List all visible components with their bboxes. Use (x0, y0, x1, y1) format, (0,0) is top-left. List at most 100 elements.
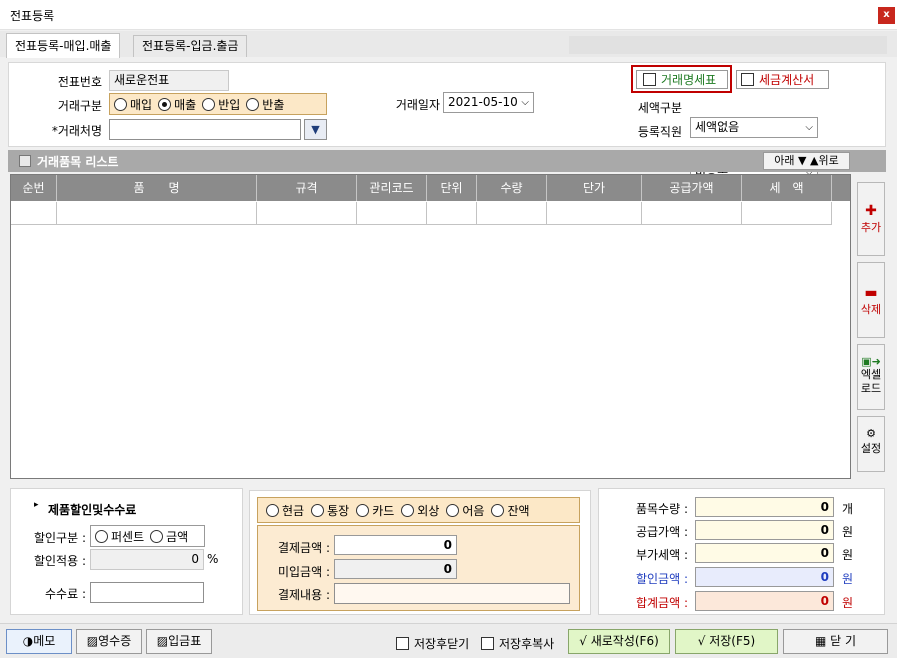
expand-icon[interactable]: ▸ (34, 500, 39, 510)
discount-apply-label: 할인적용 : (33, 554, 86, 568)
vat-label: 부가세액 : (635, 548, 688, 562)
radio-purchase[interactable]: 매입 (114, 96, 152, 113)
col-header-no[interactable]: 순번 (11, 175, 57, 201)
unpaid-amount-field: 0 (334, 559, 457, 579)
customer-dropdown-button[interactable]: ▼ (304, 119, 327, 140)
supply-field: 0 (695, 520, 834, 540)
col-header-code[interactable]: 관리코드 (357, 175, 427, 201)
payment-memo-label: 결제내용 : (277, 588, 330, 602)
close-form-button[interactable]: ▦ 닫 기 (783, 629, 888, 654)
plus-icon: ✚ (865, 203, 877, 219)
radio-bill[interactable]: 어음 (446, 502, 484, 519)
slip-no-label: 전표번호 (57, 75, 102, 89)
radio-icon (150, 529, 164, 543)
fee-input[interactable] (90, 582, 204, 603)
slip-no-field: 새로운전표 (109, 70, 229, 91)
qty-unit: 개 (842, 502, 854, 516)
radio-return-in[interactable]: 반입 (202, 96, 240, 113)
grid-cell[interactable] (742, 202, 832, 225)
close-button[interactable]: x (878, 7, 895, 24)
list-icon (19, 155, 31, 167)
tab-filler (569, 36, 887, 54)
grid-cell[interactable] (547, 202, 642, 225)
grid-cell[interactable] (427, 202, 477, 225)
radio-icon (311, 503, 325, 517)
tax-invoice-checkbox[interactable]: 세금계산서 (736, 70, 829, 89)
qty-label: 품목수량 : (635, 502, 688, 516)
tax-type-label: 세액구분 (637, 101, 682, 115)
receipt-button[interactable]: ▨영수증 (76, 629, 142, 654)
col-header-price[interactable]: 단가 (547, 175, 642, 201)
radio-icon (446, 503, 460, 517)
radio-card[interactable]: 카드 (356, 502, 394, 519)
excel-icon: ▣➜ (861, 355, 881, 368)
radio-sales[interactable]: 매출 (158, 96, 196, 113)
radio-icon (401, 503, 415, 517)
discount-amount-field: 0 (695, 567, 834, 587)
grid-cell[interactable] (642, 202, 742, 225)
radio-return-out[interactable]: 반출 (246, 96, 284, 113)
staff-label: 등록직원 (637, 125, 682, 139)
chevron-down-icon: ⌵ (805, 122, 813, 133)
col-header-filler (832, 175, 850, 201)
add-button[interactable]: ✚ 추가 (857, 182, 885, 256)
radio-balance[interactable]: 잔액 (491, 502, 530, 519)
settings-button[interactable]: ⚙ 설정 (857, 416, 885, 472)
grid-cell[interactable] (57, 202, 257, 225)
radio-selected-icon (158, 97, 172, 111)
total-amount-label: 합계금액 : (635, 596, 688, 610)
col-header-supply[interactable]: 공급가액 (642, 175, 742, 201)
customer-input[interactable] (109, 119, 301, 140)
grid-cell[interactable] (477, 202, 547, 225)
receipt-icon: ▨ (86, 634, 99, 648)
radio-icon (246, 97, 260, 111)
window-title: 전표등록 (10, 9, 55, 23)
tab-purchase-sales[interactable]: 전표등록-매입.매출 (6, 33, 121, 58)
close-after-save-checkbox[interactable]: 저장후닫기 (396, 635, 469, 652)
radio-amount[interactable]: 금액 (150, 528, 188, 545)
tax-type-select[interactable]: 세액없음 ⌵ (690, 117, 818, 138)
radio-bank[interactable]: 통장 (311, 502, 349, 519)
item-grid[interactable]: 순번 품 명 규격 관리코드 단위 수량 단가 공급가액 세 액 (10, 174, 851, 479)
radio-icon (114, 97, 127, 111)
payment-memo-input[interactable] (334, 583, 570, 604)
radio-cash[interactable]: 현금 (266, 502, 304, 519)
col-header-qty[interactable]: 수량 (477, 175, 547, 201)
discount-amount-unit: 원 (842, 572, 854, 586)
paid-amount-field[interactable]: 0 (334, 535, 457, 555)
title-bar (0, 0, 897, 30)
checkbox-icon (396, 637, 409, 650)
grid-cell[interactable] (357, 202, 427, 225)
new-button[interactable]: √ 새로작성(F6) (568, 629, 670, 654)
minus-icon: ▬ (864, 285, 878, 301)
statement-checkbox[interactable]: 거래명세표 (636, 70, 728, 89)
total-amount-field: 0 (695, 591, 834, 611)
tab-deposit-withdrawal[interactable]: 전표등록-입금.출금 (133, 35, 248, 57)
save-button[interactable]: √ 저장(F5) (675, 629, 778, 654)
radio-credit[interactable]: 외상 (401, 502, 439, 519)
excel-load-button[interactable]: ▣➜ 엑셀 로드 (857, 344, 885, 410)
col-header-spec[interactable]: 규격 (257, 175, 357, 201)
memo-button[interactable]: ◑메모 (6, 629, 72, 654)
radio-icon (356, 503, 370, 517)
unpaid-amount-label: 미입금액 : (277, 565, 330, 579)
vat-unit: 원 (842, 548, 854, 562)
grid-cell[interactable] (257, 202, 357, 225)
col-header-unit[interactable]: 단위 (427, 175, 477, 201)
radio-icon (95, 529, 108, 543)
move-buttons[interactable]: 아래 ▼ ▲위로 (763, 152, 850, 170)
deposit-slip-button[interactable]: ▨입금표 (146, 629, 212, 654)
date-label: 거래일자 (395, 98, 440, 112)
copy-after-save-checkbox[interactable]: 저장후복사 (481, 635, 554, 652)
delete-button[interactable]: ▬ 삭제 (857, 262, 885, 338)
settings-icon: ⚙ (866, 427, 876, 440)
radio-icon (266, 503, 279, 517)
col-header-vat[interactable]: 세 액 (742, 175, 832, 201)
qty-field: 0 (695, 497, 834, 517)
col-header-name[interactable]: 품 명 (57, 175, 257, 201)
total-amount-unit: 원 (842, 596, 854, 610)
fee-label: 수수료 : (45, 587, 86, 601)
radio-percent[interactable]: 퍼센트 (95, 528, 144, 545)
grid-cell[interactable] (11, 202, 57, 225)
date-picker[interactable]: 2021-05-10 ⌵ (443, 92, 534, 113)
